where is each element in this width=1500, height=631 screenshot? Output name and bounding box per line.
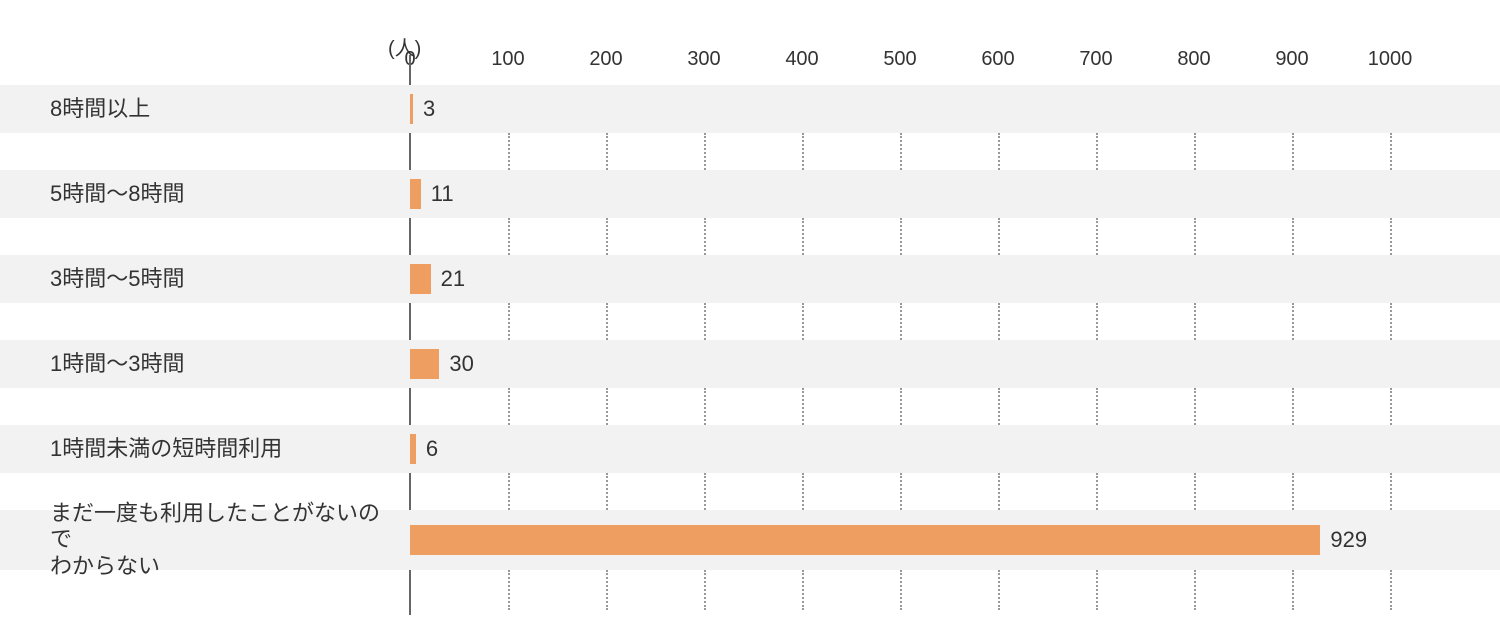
bar-value-label: 11 xyxy=(431,181,454,207)
horizontal-bar-chart: (人) 01002003004005006007008009001000 8時間… xyxy=(0,0,1500,631)
gridline-segment xyxy=(1096,570,1098,610)
gridline-segment xyxy=(900,388,902,425)
gridline-segment xyxy=(1292,473,1294,510)
gridline-segment xyxy=(704,570,706,610)
gridline-segment xyxy=(1390,473,1392,510)
category-label: まだ一度も利用したことがないので わからない xyxy=(50,500,400,579)
bar xyxy=(410,179,421,209)
gridline-segment xyxy=(704,218,706,255)
chart-row: 1時間～3時間 xyxy=(0,340,1500,388)
gridline-segment xyxy=(508,388,510,425)
gridline-segment xyxy=(606,303,608,340)
gridline-segment xyxy=(704,473,706,510)
chart-row: 5時間～8時間 xyxy=(0,170,1500,218)
gridline-segment xyxy=(1096,388,1098,425)
gridline-segment xyxy=(900,303,902,340)
gridline-segment xyxy=(1292,218,1294,255)
gridline-segment xyxy=(1292,133,1294,170)
gridline-segment xyxy=(508,570,510,610)
x-tick-label: 100 xyxy=(491,48,524,71)
gridline-segment xyxy=(1096,473,1098,510)
x-axis-ticks: 01002003004005006007008009001000 xyxy=(410,48,1470,78)
gridline-segment xyxy=(1390,388,1392,425)
category-label: 1時間未満の短時間利用 xyxy=(50,436,400,462)
chart-row: 1時間未満の短時間利用 xyxy=(0,425,1500,473)
gridline-segment xyxy=(802,303,804,340)
bar-value-label: 929 xyxy=(1330,527,1367,553)
x-tick-label: 400 xyxy=(785,48,818,71)
gridline-segment xyxy=(900,570,902,610)
bar-value-label: 30 xyxy=(449,351,473,377)
gridline-segment xyxy=(1390,303,1392,340)
gridline-segment xyxy=(802,218,804,255)
category-label: 8時間以上 xyxy=(50,96,400,122)
gridline-segment xyxy=(1292,388,1294,425)
gridline-segment xyxy=(1390,133,1392,170)
gridline-segment xyxy=(1096,303,1098,340)
chart-row: 3時間～5時間 xyxy=(0,255,1500,303)
bar xyxy=(410,264,431,294)
x-tick-label: 300 xyxy=(687,48,720,71)
bar xyxy=(410,349,439,379)
category-label: 3時間～5時間 xyxy=(50,266,400,292)
x-tick-label: 1000 xyxy=(1368,48,1413,71)
gridline-segment xyxy=(606,218,608,255)
gridline-segment xyxy=(1194,570,1196,610)
gridline-segment xyxy=(802,570,804,610)
category-label: 5時間～8時間 xyxy=(50,181,400,207)
category-label: 1時間～3時間 xyxy=(50,351,400,377)
gridline-segment xyxy=(1194,473,1196,510)
gridline-segment xyxy=(900,133,902,170)
gridline-segment xyxy=(1390,218,1392,255)
gridline-segment xyxy=(1292,570,1294,610)
x-tick-label: 700 xyxy=(1079,48,1112,71)
gridline-segment xyxy=(1194,133,1196,170)
gridline-segment xyxy=(998,473,1000,510)
gridline-segment xyxy=(508,303,510,340)
gridline-segment xyxy=(508,473,510,510)
gridline-segment xyxy=(1194,388,1196,425)
bar xyxy=(410,434,416,464)
gridline-segment xyxy=(1096,218,1098,255)
bar xyxy=(410,94,413,124)
gridline-segment xyxy=(1390,570,1392,610)
gridline-segment xyxy=(802,473,804,510)
gridline-segment xyxy=(606,473,608,510)
bar-value-label: 21 xyxy=(441,266,465,292)
gridline-segment xyxy=(1096,133,1098,170)
gridline-segment xyxy=(802,133,804,170)
gridline-segment xyxy=(1194,218,1196,255)
gridline-segment xyxy=(704,388,706,425)
gridline-segment xyxy=(606,570,608,610)
bar-value-label: 6 xyxy=(426,436,438,462)
x-tick-label: 500 xyxy=(883,48,916,71)
gridline-segment xyxy=(998,303,1000,340)
gridline-segment xyxy=(508,218,510,255)
gridline-segment xyxy=(998,133,1000,170)
x-tick-label: 900 xyxy=(1275,48,1308,71)
bar xyxy=(410,525,1320,555)
gridline-segment xyxy=(998,218,1000,255)
x-tick-label: 800 xyxy=(1177,48,1210,71)
gridline-segment xyxy=(508,133,510,170)
gridline-segment xyxy=(900,218,902,255)
x-tick-label: 200 xyxy=(589,48,622,71)
gridline-segment xyxy=(606,388,608,425)
gridline-segment xyxy=(998,570,1000,610)
gridline-segment xyxy=(1194,303,1196,340)
gridline-segment xyxy=(900,473,902,510)
gridline-segment xyxy=(704,303,706,340)
gridline-segment xyxy=(704,133,706,170)
bar-value-label: 3 xyxy=(423,96,435,122)
x-tick-label: 600 xyxy=(981,48,1014,71)
gridline-segment xyxy=(998,388,1000,425)
gridline-segment xyxy=(1292,303,1294,340)
gridline-segment xyxy=(802,388,804,425)
gridline-segment xyxy=(606,133,608,170)
chart-row: 8時間以上 xyxy=(0,85,1500,133)
